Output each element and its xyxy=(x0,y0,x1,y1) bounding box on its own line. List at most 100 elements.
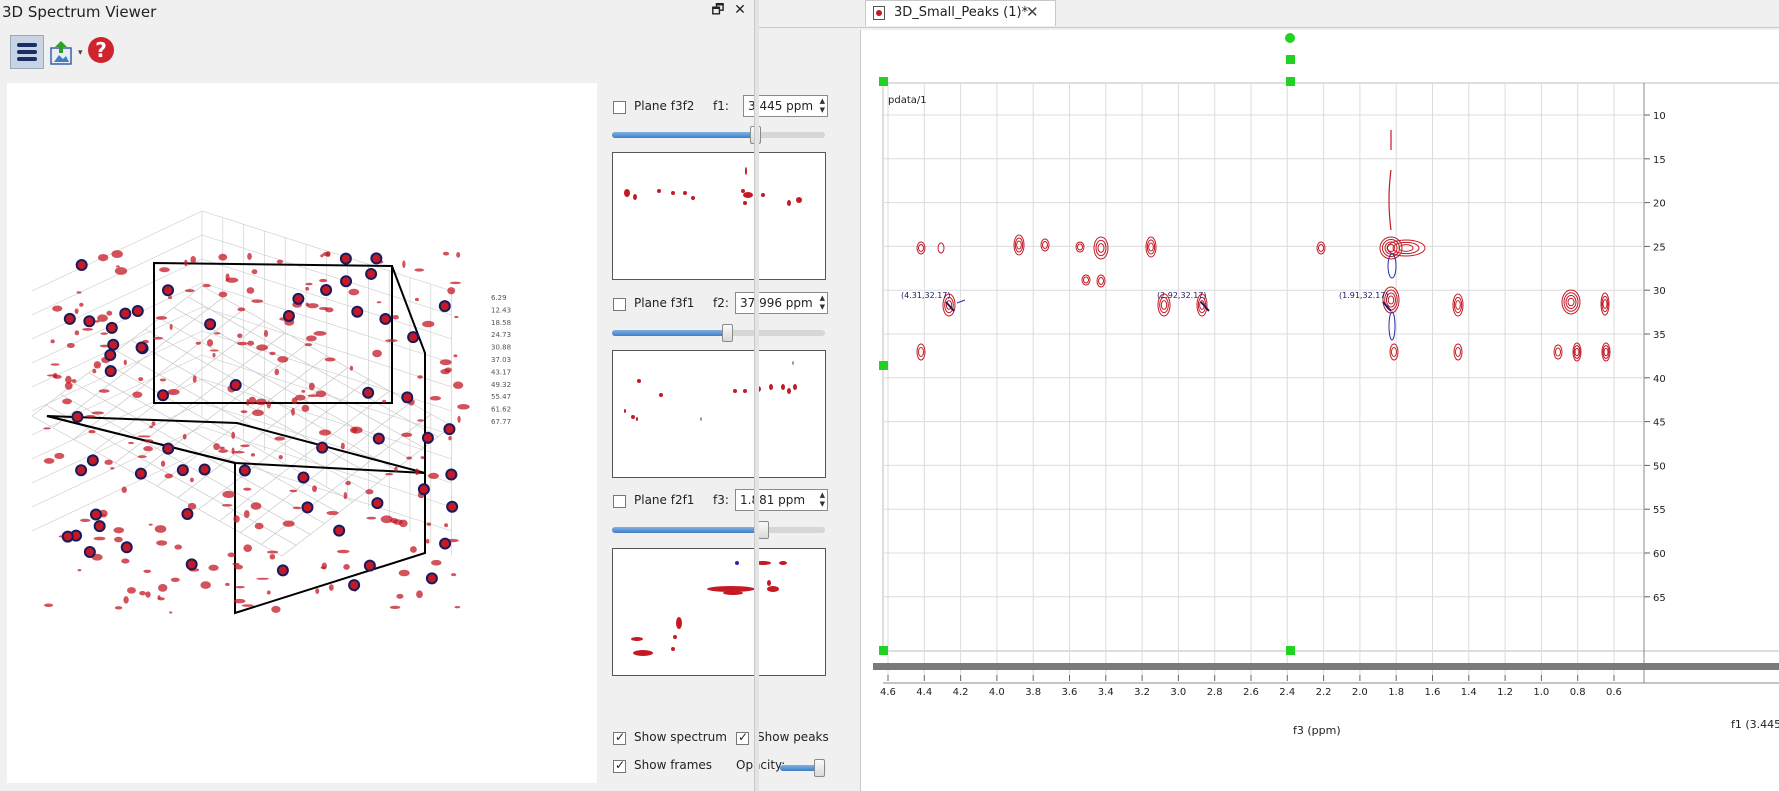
2d-spectrum-view[interactable]: 4.6 4.4 4.2 4.0 3.8 3.6 3.4 3.2 3.0 2.8 2.6 2.4 2.2 2… xyxy=(860,30,1779,791)
peak-marker[interactable] xyxy=(83,546,96,559)
peak-marker[interactable] xyxy=(348,579,361,592)
peak-label[interactable]: (1.91,32.17) xyxy=(1339,291,1389,300)
close-tab-icon[interactable]: ✕ xyxy=(1026,3,1039,21)
3d-spectrum-view[interactable]: 6.29 12.43 18.58 24.73 30.88 37.03 43.17 49.32 5… xyxy=(7,83,597,783)
peak-marker[interactable] xyxy=(365,267,378,280)
spin-down-icon[interactable]: ▼ xyxy=(820,500,825,508)
spin-down-icon[interactable]: ▼ xyxy=(820,303,825,311)
peak-marker[interactable] xyxy=(86,454,99,467)
peak-marker[interactable] xyxy=(104,349,117,362)
resize-handle[interactable] xyxy=(879,77,888,86)
plane-f2f1-checkbox[interactable] xyxy=(613,495,626,508)
plane-f3f1-checkbox[interactable] xyxy=(613,298,626,311)
peak-marker[interactable] xyxy=(238,464,251,477)
f2-slider[interactable] xyxy=(612,324,825,342)
f2-ppm-spinbox[interactable]: 37.996 ppm ▲ ▼ xyxy=(735,292,828,314)
peak-marker[interactable] xyxy=(351,305,364,318)
spin-up-icon[interactable]: ▲ xyxy=(820,97,825,105)
resize-handle[interactable] xyxy=(1286,646,1295,655)
spin-up-icon[interactable]: ▲ xyxy=(820,294,825,302)
3d-plot-canvas[interactable]: 6.29 12.43 18.58 24.73 30.88 37.03 43.17 49.32 5… xyxy=(7,83,597,783)
resize-handle[interactable] xyxy=(879,361,888,370)
chevron-down-icon[interactable]: ▾ xyxy=(78,48,83,58)
peak-marker[interactable] xyxy=(297,471,310,484)
peak-marker[interactable] xyxy=(421,431,434,444)
slider-handle[interactable] xyxy=(722,324,733,342)
spectrum-plot[interactable]: 4.6 4.4 4.2 4.0 3.8 3.6 3.4 3.2 3.0 2.8 2.6 2.4 2.2 2… xyxy=(861,30,1779,791)
peak-marker[interactable] xyxy=(425,572,438,585)
peak-marker[interactable] xyxy=(104,365,117,378)
peak-marker[interactable] xyxy=(83,315,96,328)
peak-label[interactable]: (2.92,32.17) xyxy=(1157,291,1207,300)
peak-marker[interactable] xyxy=(292,292,305,305)
menu-icon[interactable] xyxy=(10,35,44,69)
panel-splitter[interactable] xyxy=(754,0,759,791)
export-image-icon[interactable] xyxy=(50,40,72,66)
peak-marker[interactable] xyxy=(61,530,74,543)
peak-marker[interactable] xyxy=(93,520,106,533)
peak-marker[interactable] xyxy=(105,321,118,334)
peak-marker[interactable] xyxy=(75,464,88,477)
peak-marker[interactable] xyxy=(162,442,175,455)
close-panel-icon[interactable]: ✕ xyxy=(732,2,748,18)
peak-marker[interactable] xyxy=(176,464,189,477)
peak-marker[interactable] xyxy=(120,541,133,554)
show-peaks-checkbox[interactable] xyxy=(736,730,749,745)
peak-marker[interactable] xyxy=(63,312,76,325)
peak-label[interactable]: (4.31,32.17) xyxy=(901,291,951,300)
peak-marker[interactable] xyxy=(320,283,333,296)
resize-handle[interactable] xyxy=(879,646,888,655)
peak-marker[interactable] xyxy=(89,508,102,521)
slider-handle[interactable] xyxy=(758,521,769,539)
peak-marker[interactable] xyxy=(363,559,376,572)
restore-window-icon[interactable]: 🗗 xyxy=(710,2,726,18)
peak-marker[interactable] xyxy=(119,307,132,320)
resize-handle[interactable] xyxy=(1286,55,1295,64)
plane-f3f2-checkbox[interactable] xyxy=(613,101,626,114)
peak-marker[interactable] xyxy=(276,564,289,577)
peak-marker[interactable] xyxy=(282,309,295,322)
peak-marker[interactable] xyxy=(75,259,88,272)
peak-marker[interactable] xyxy=(362,386,375,399)
horizontal-scrollbar[interactable] xyxy=(873,663,1779,670)
peak-marker[interactable] xyxy=(185,558,198,571)
peak-marker[interactable] xyxy=(333,524,346,537)
peak-marker[interactable] xyxy=(379,312,392,325)
peak-marker[interactable] xyxy=(407,331,420,344)
peak-marker[interactable] xyxy=(370,252,383,265)
peak-marker[interactable] xyxy=(204,318,217,331)
f3-slider[interactable] xyxy=(612,521,825,539)
peak-marker[interactable] xyxy=(131,304,144,317)
peak-marker[interactable] xyxy=(301,501,314,514)
peak-marker[interactable] xyxy=(439,537,452,550)
peak-marker[interactable] xyxy=(162,284,175,297)
peak-marker[interactable] xyxy=(371,497,384,510)
slider-handle[interactable] xyxy=(814,759,825,777)
f1-slider[interactable] xyxy=(612,126,825,144)
peak-marker[interactable] xyxy=(401,391,414,404)
peak-marker[interactable] xyxy=(71,410,84,423)
peak-marker[interactable] xyxy=(181,507,194,520)
peak-marker[interactable] xyxy=(198,463,211,476)
peak-marker[interactable] xyxy=(107,338,120,351)
peak-marker[interactable] xyxy=(446,500,459,513)
opacity-slider[interactable] xyxy=(780,759,826,777)
spin-up-icon[interactable]: ▲ xyxy=(820,491,825,499)
peak-marker[interactable] xyxy=(417,483,430,496)
peak-marker[interactable] xyxy=(134,467,147,480)
peak-marker[interactable] xyxy=(438,300,451,313)
peak-marker[interactable] xyxy=(445,468,458,481)
rotation-handle[interactable] xyxy=(1285,33,1295,43)
peak-marker[interactable] xyxy=(372,432,385,445)
peak-marker[interactable] xyxy=(229,378,242,391)
f3-ppm-spinbox[interactable]: 1.881 ppm ▲ ▼ xyxy=(735,489,828,511)
peak-marker[interactable] xyxy=(339,252,352,265)
peak-marker[interactable] xyxy=(316,441,329,454)
show-spectrum-checkbox[interactable] xyxy=(613,730,626,745)
help-icon[interactable]: ? xyxy=(88,37,114,63)
peak-marker[interactable] xyxy=(135,341,148,354)
resize-handle[interactable] xyxy=(1286,77,1295,86)
spin-down-icon[interactable]: ▼ xyxy=(820,106,825,114)
peak-marker[interactable] xyxy=(340,275,353,288)
peak-marker[interactable] xyxy=(156,389,169,402)
